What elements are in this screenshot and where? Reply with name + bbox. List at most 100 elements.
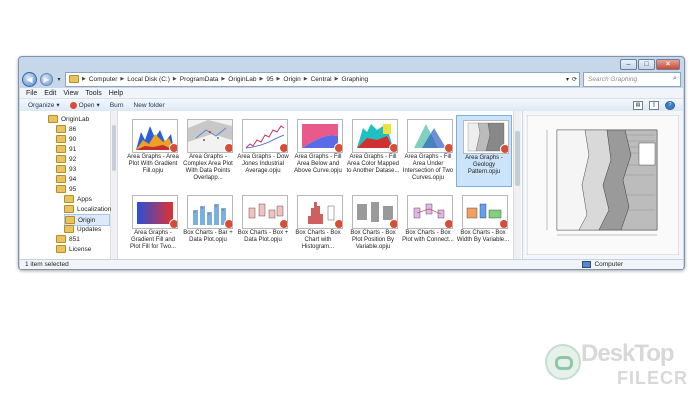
- watermark-icon: [545, 344, 581, 380]
- menu-item-view[interactable]: View: [63, 90, 78, 97]
- nav-item-label: 94: [69, 175, 77, 183]
- file-tile[interactable]: Area Graphs - Fill Area Below and Above …: [291, 115, 345, 185]
- search-icon[interactable]: ⌕: [670, 75, 680, 83]
- navigation-pane: OriginLab 86 90 91 92 93 94 95 Apps Localization O…: [20, 111, 118, 259]
- file-tile[interactable]: Area Graphs - Geology Pattern.opju: [456, 115, 512, 187]
- menu-item-tools[interactable]: Tools: [85, 90, 101, 97]
- help-icon[interactable]: ?: [665, 100, 675, 110]
- nav-item-95[interactable]: 95: [56, 184, 76, 194]
- breadcrumb: Computer ▶ Local Disk (C:) ▶ ProgramData ▶ Ori…: [89, 76, 368, 83]
- file-tile[interactable]: Box Charts - Box Width By Variable...: [456, 191, 510, 259]
- nav-item-localization[interactable]: Localization: [64, 204, 111, 214]
- menu-item-file[interactable]: File: [26, 90, 37, 97]
- file-name: Area Graphs - Fill Area Below and Above …: [294, 154, 342, 174]
- file-tile[interactable]: Box Charts - Bar + Data Plot.opju: [181, 191, 235, 259]
- address-bar[interactable]: ▶ Computer ▶ Local Disk (C:) ▶ ProgramData ▶ O…: [65, 71, 580, 87]
- search-input[interactable]: Search Graphing: [584, 76, 670, 83]
- chevron-right-icon[interactable]: ▶: [173, 76, 177, 82]
- chevron-right-icon[interactable]: ▶: [277, 76, 281, 82]
- recent-pages-dropdown[interactable]: ▾: [56, 76, 62, 83]
- chevron-right-icon[interactable]: ▶: [120, 76, 124, 82]
- breadcrumb-item[interactable]: OriginLab: [228, 76, 256, 83]
- file-thumbnail: [242, 119, 288, 153]
- file-thumbnail: [352, 119, 398, 153]
- nav-item-90[interactable]: 90: [56, 134, 76, 144]
- nav-item-label: 851: [69, 235, 80, 243]
- breadcrumb-item[interactable]: Computer: [89, 76, 118, 83]
- watermark-line1: DeskTop: [581, 340, 675, 367]
- geology-pattern-preview: [527, 115, 679, 255]
- watermark-line2: FILECR: [617, 368, 688, 388]
- nav-item-851[interactable]: 851: [56, 234, 80, 244]
- folder-icon: [56, 175, 66, 183]
- change-view-icon[interactable]: ▤: [633, 100, 643, 110]
- new-folder-button[interactable]: New folder: [134, 102, 165, 109]
- nav-item-apps[interactable]: Apps: [64, 194, 92, 204]
- file-tile[interactable]: Area Graphs - Dow Jones Industrial Avera…: [236, 115, 290, 185]
- nav-scroll-thumb[interactable]: [112, 125, 116, 171]
- file-thumbnail: [297, 195, 343, 229]
- nav-item-updates[interactable]: Updates: [64, 224, 101, 234]
- chevron-right-icon[interactable]: ▶: [259, 76, 263, 82]
- nav-item-license[interactable]: License: [56, 244, 91, 254]
- file-tile[interactable]: Box Charts - Box Chart with Histogram...: [291, 191, 345, 259]
- breadcrumb-item[interactable]: Local Disk (C:): [127, 76, 170, 83]
- address-actions: ▾ ⟳: [566, 76, 579, 83]
- forward-button[interactable]: ▶: [40, 72, 53, 86]
- close-button[interactable]: ×: [656, 59, 680, 70]
- folder-icon: [56, 245, 66, 253]
- back-button[interactable]: ◀: [22, 71, 37, 87]
- file-tile[interactable]: Area Graphs - Fill Area Under Intersecti…: [401, 115, 455, 185]
- open-button[interactable]: Open ▾: [69, 101, 100, 109]
- nav-item-93[interactable]: 93: [56, 164, 76, 174]
- nav-item-originlab[interactable]: OriginLab: [48, 114, 89, 124]
- origin-file-icon: [389, 143, 397, 152]
- file-tile[interactable]: Area Graphs - Area Plot With Gradient Fi…: [126, 115, 180, 185]
- chevron-down-icon: ▾: [56, 102, 60, 109]
- file-tile[interactable]: Box Charts - Box Plot with Connect...: [401, 191, 455, 259]
- origin-file-icon: [224, 143, 232, 152]
- view-controls: ▤ ▯ ?: [633, 100, 683, 110]
- preview-pane-icon[interactable]: ▯: [649, 100, 659, 110]
- search-box[interactable]: Search Graphing ⌕: [583, 71, 681, 87]
- folder-icon: [48, 115, 58, 123]
- folder-icon: [56, 125, 66, 133]
- file-tile[interactable]: Area Graphs - Gradient Fill and Plot Fil…: [126, 191, 180, 259]
- nav-item-92[interactable]: 92: [56, 154, 76, 164]
- menu-item-help[interactable]: Help: [109, 90, 123, 97]
- origin-file-icon: [500, 144, 508, 153]
- nav-scrollbar[interactable]: [110, 111, 117, 259]
- organize-button[interactable]: Organize ▾: [28, 101, 60, 110]
- address-dropdown-icon[interactable]: ▾: [566, 76, 569, 83]
- preview-pane: [522, 111, 683, 259]
- file-name: Area Graphs - Area Plot With Gradient Fi…: [127, 154, 179, 174]
- burn-label: Burn: [109, 101, 124, 109]
- file-list-scrollbar[interactable]: [513, 111, 521, 259]
- file-tile[interactable]: Area Graphs - Fill Area Color Mapped to …: [346, 115, 400, 185]
- breadcrumb-item[interactable]: Central: [311, 76, 332, 83]
- breadcrumb-item[interactable]: Graphing: [341, 76, 368, 83]
- chevron-right-icon[interactable]: ▶: [304, 76, 308, 82]
- breadcrumb-item[interactable]: ProgramData: [180, 76, 219, 83]
- file-tile[interactable]: Box Charts - Box + Data Plot.opju: [236, 191, 290, 259]
- maximize-button[interactable]: □: [638, 59, 655, 70]
- chevron-right-icon[interactable]: ▶: [221, 76, 225, 82]
- menu-item-edit[interactable]: Edit: [44, 90, 56, 97]
- file-name: Area Graphs - Dow Jones Industrial Avera…: [237, 154, 289, 174]
- folder-icon: [69, 75, 79, 83]
- file-list-scroll-thumb[interactable]: [515, 131, 520, 186]
- nav-item-91[interactable]: 91: [56, 144, 76, 154]
- file-name: Box Charts - Box Plot with Connect...: [402, 230, 454, 243]
- origin-file-icon: [169, 219, 177, 228]
- nav-item-label: 90: [69, 135, 77, 143]
- breadcrumb-item[interactable]: 95: [266, 76, 273, 83]
- nav-item-86[interactable]: 86: [56, 124, 76, 134]
- breadcrumb-item[interactable]: Origin: [283, 76, 300, 83]
- minimize-button[interactable]: –: [620, 59, 637, 70]
- nav-item-94[interactable]: 94: [56, 174, 76, 184]
- file-tile[interactable]: Box Charts - Box Plot Position By Variab…: [346, 191, 400, 259]
- refresh-icon[interactable]: ⟳: [572, 76, 577, 83]
- file-tile[interactable]: Area Graphs - Complex Area Plot With Dat…: [181, 115, 235, 185]
- chevron-right-icon[interactable]: ▶: [335, 76, 339, 82]
- burn-button[interactable]: Burn: [110, 102, 124, 109]
